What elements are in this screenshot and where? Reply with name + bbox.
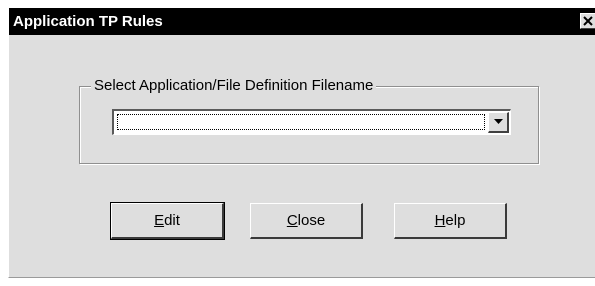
chevron-down-icon (494, 119, 503, 124)
edit-button-label: dit (164, 212, 180, 229)
close-button-label: lose (297, 212, 326, 229)
help-button-label: elp (445, 212, 466, 229)
dropdown-arrow-button[interactable] (488, 112, 509, 133)
close-window-button[interactable] (580, 13, 595, 29)
edit-button-accelerator: E (154, 212, 165, 229)
groupbox-label: Select Application/File Definition Filen… (91, 77, 377, 95)
filename-dropdown[interactable] (112, 109, 511, 135)
title-bar[interactable]: Application TP Rules (9, 8, 595, 35)
edit-button[interactable]: Edit (110, 202, 225, 240)
close-button-accelerator: C (286, 212, 298, 229)
close-button[interactable]: Close (250, 203, 363, 239)
close-icon (583, 16, 593, 26)
help-button[interactable]: Help (394, 203, 507, 239)
help-button-accelerator: H (434, 212, 446, 229)
window-title: Application TP Rules (13, 13, 163, 30)
application-tp-rules-dialog: Application TP Rules Select Application/… (8, 8, 595, 278)
filename-dropdown-value[interactable] (117, 114, 485, 130)
